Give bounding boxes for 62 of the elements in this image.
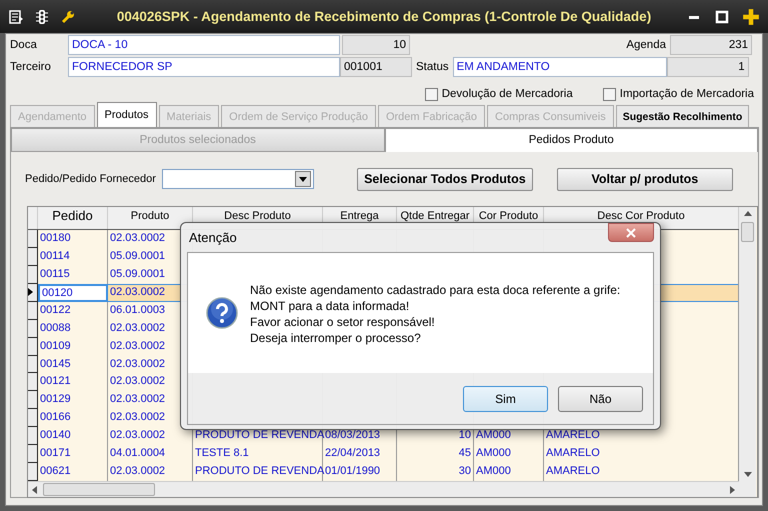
- field-label: Status: [416, 61, 449, 73]
- row-header[interactable]: [28, 230, 38, 248]
- row-header[interactable]: [28, 463, 38, 482]
- field-label: Doca: [10, 39, 38, 51]
- pedido-dropdown[interactable]: [162, 169, 314, 189]
- filter-label: Pedido/Pedido Fornecedor: [25, 173, 156, 185]
- table-cell: 00120: [38, 284, 108, 302]
- row-header[interactable]: [28, 302, 38, 320]
- close-button[interactable]: [608, 223, 654, 242]
- maximize-icon[interactable]: [714, 8, 730, 24]
- wrench-icon[interactable]: [60, 8, 76, 24]
- row-header[interactable]: [28, 409, 38, 428]
- checkbox[interactable]: [424, 88, 438, 100]
- tab[interactable]: Sugestão Recolhimento: [616, 105, 750, 127]
- horizontal-scrollbar[interactable]: [28, 481, 739, 498]
- dropdown-arrow-icon: [298, 176, 307, 182]
- field-label: Agenda: [626, 39, 666, 51]
- action-button[interactable]: Selecionar Todos Produtos: [356, 168, 533, 190]
- row-header[interactable]: [28, 373, 38, 392]
- agenda-field[interactable]: 231: [670, 35, 752, 55]
- row-header[interactable]: [28, 266, 38, 284]
- row-header[interactable]: [28, 427, 38, 446]
- question-icon: [206, 297, 238, 329]
- status-field[interactable]: EM ANDAMENTO: [452, 57, 667, 77]
- traffic-light-icon[interactable]: [34, 8, 50, 24]
- column-header[interactable]: Pedido: [38, 207, 108, 229]
- row-header[interactable]: [28, 248, 38, 266]
- tab[interactable]: Pedidos Produto: [384, 128, 758, 152]
- row-header[interactable]: [28, 320, 38, 338]
- checkbox-label: Devolução de Mercadoria: [442, 88, 573, 100]
- dialog-message: Não existe agendamento cadastrado para esta doca referente a grife: MONT para a data informada! Favor acionar o setor responsável! Deseja interromper o processo?: [250, 282, 620, 346]
- table-row[interactable]: 00171 04.01.0004 TESTE 8.1 22/04/2013 45 AM000 AMARELO: [28, 445, 739, 464]
- terceiro-code-field[interactable]: 001001: [340, 57, 412, 77]
- field-label: Terceiro: [10, 61, 52, 73]
- scroll-right-icon[interactable]: [730, 486, 735, 494]
- scroll-up-icon[interactable]: [744, 211, 752, 216]
- checkbox-label: Importação de Mercadoria: [620, 88, 754, 100]
- terceiro-field[interactable]: FORNECEDOR SP: [68, 57, 340, 77]
- vertical-scrollbar[interactable]: [739, 207, 756, 497]
- row-header[interactable]: [28, 356, 38, 374]
- close-icon: [626, 228, 636, 238]
- plus-icon[interactable]: [742, 8, 760, 26]
- doca-field[interactable]: DOCA - 10: [68, 35, 340, 55]
- row-pointer-icon: [28, 288, 33, 296]
- action-button[interactable]: Voltar p/ produtos: [556, 168, 733, 190]
- row-header[interactable]: [28, 284, 38, 302]
- scroll-down-icon[interactable]: [744, 472, 752, 477]
- tab[interactable]: Produtos: [96, 102, 157, 127]
- scroll-left-icon[interactable]: [32, 486, 37, 494]
- window-title: 004026SPK - Agendamento de Recebimento de Compras (1-Controle De Qualidade): [116, 9, 652, 24]
- scroll-thumb[interactable]: [43, 483, 155, 496]
- scroll-thumb[interactable]: [741, 222, 754, 242]
- row-header[interactable]: [28, 445, 38, 464]
- doca-code-field[interactable]: 10: [342, 35, 410, 55]
- row-header[interactable]: [28, 391, 38, 410]
- dialog-button[interactable]: Não: [558, 386, 643, 412]
- table-row[interactable]: 00621 02.03.0002 PRODUTO DE REVENDA01/01/1990 30 AM000 AMARELO: [28, 463, 739, 482]
- menu-icon[interactable]: [8, 8, 24, 24]
- checkbox[interactable]: [602, 88, 616, 100]
- dialog-button[interactable]: Sim: [463, 386, 548, 412]
- row-header[interactable]: [28, 338, 38, 356]
- status-code-field[interactable]: 1: [666, 57, 749, 77]
